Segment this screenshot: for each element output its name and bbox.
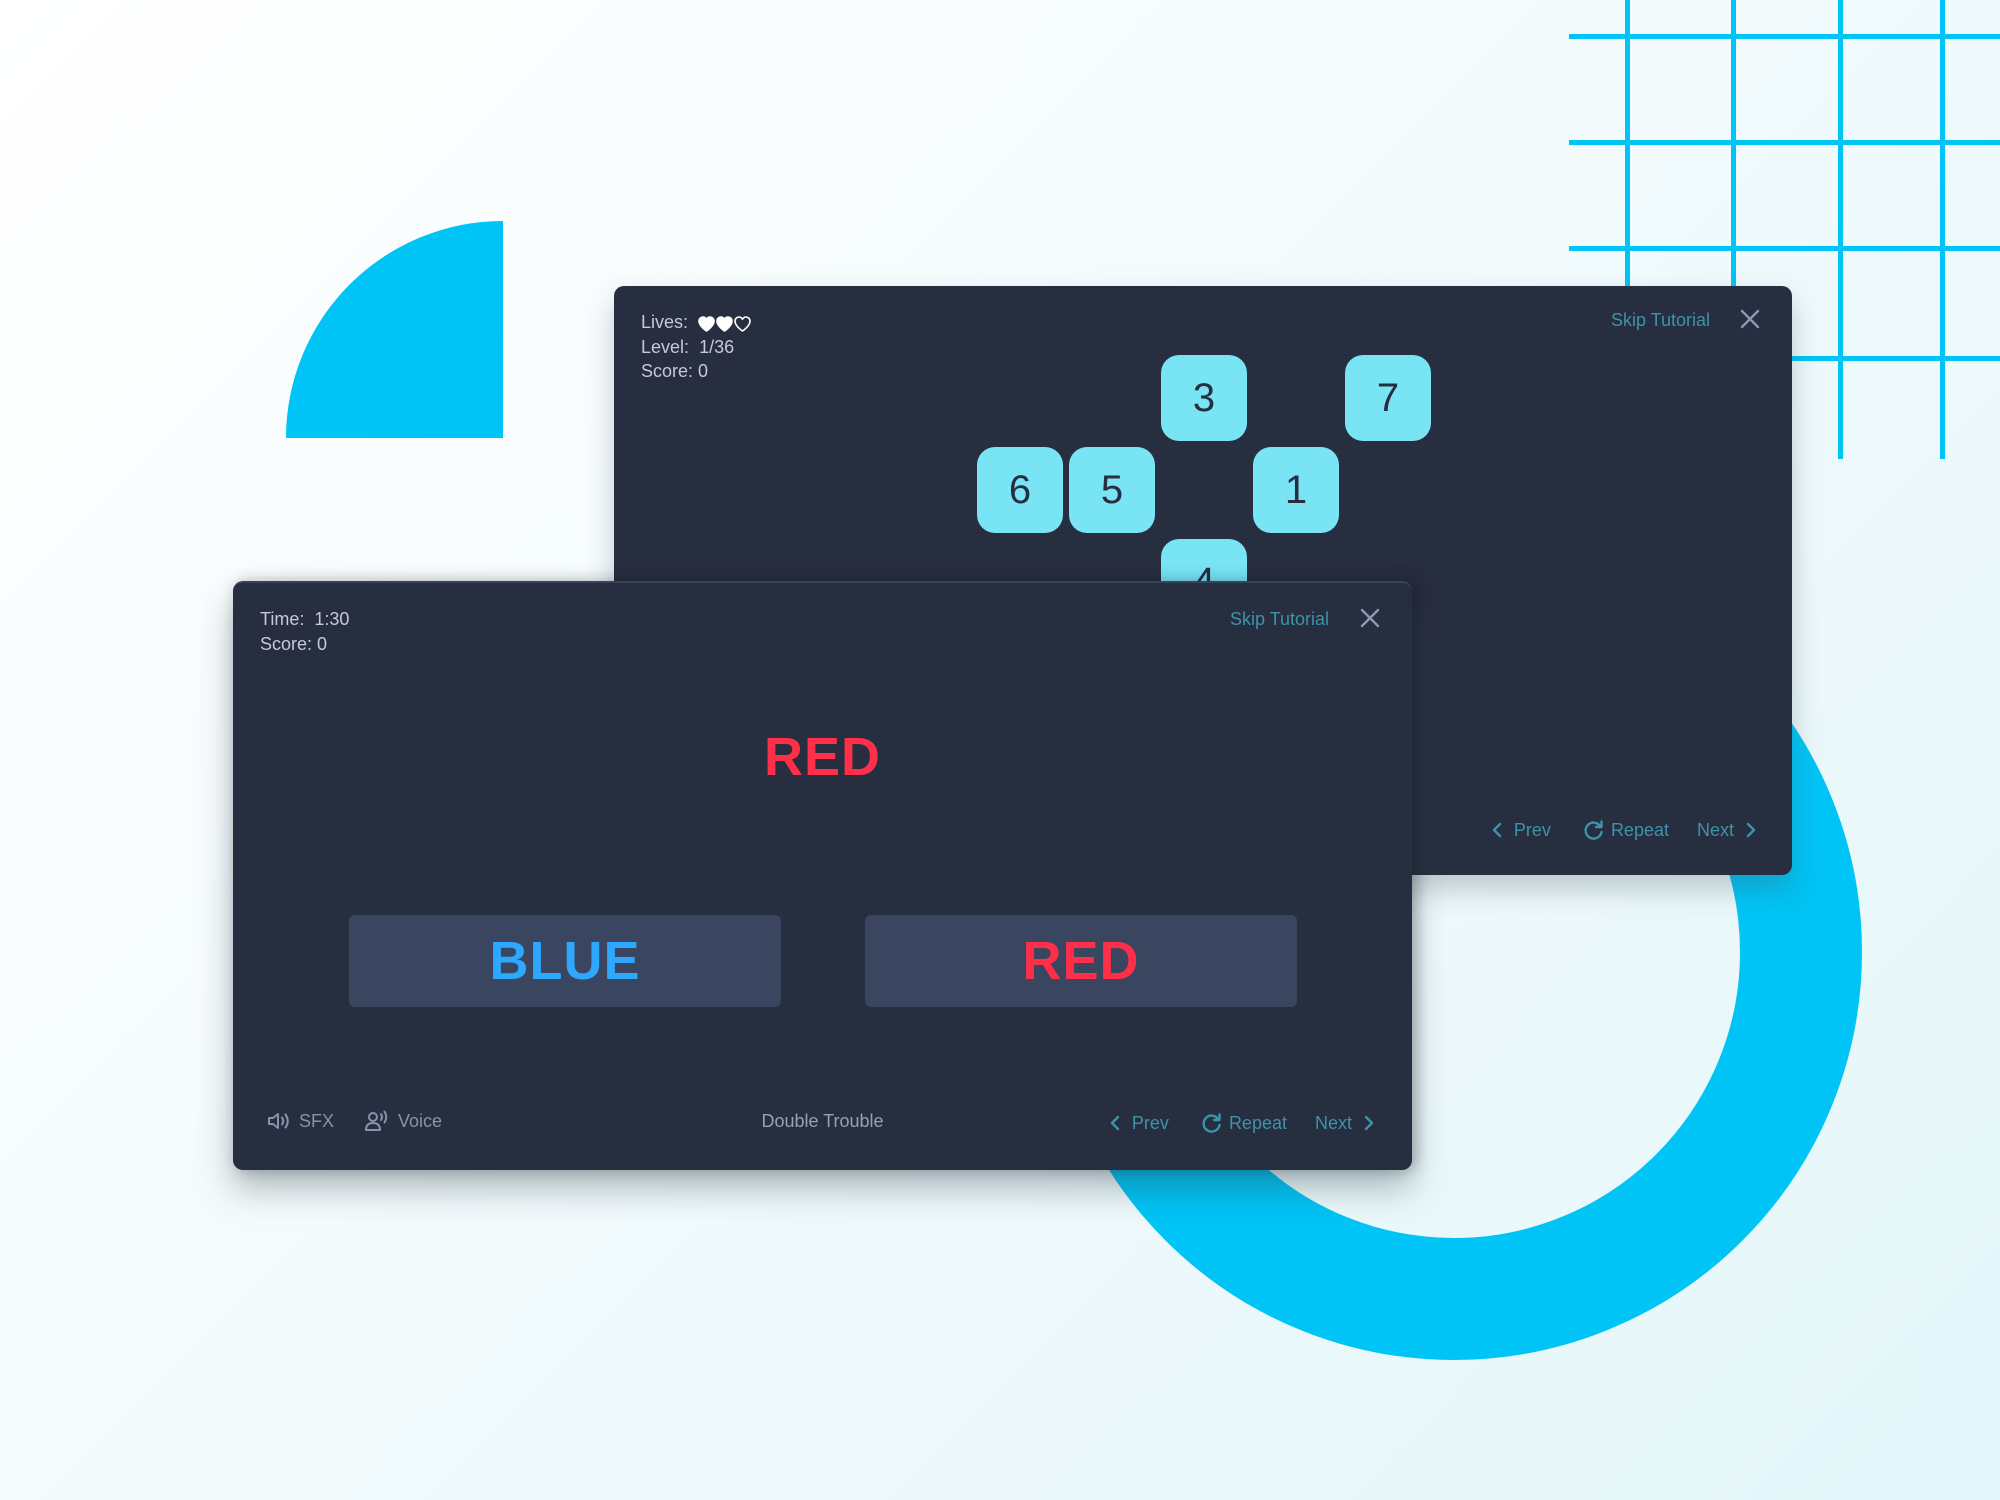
chevron-left-icon (1110, 1115, 1120, 1131)
time-row: Time: 1:30 (260, 607, 349, 632)
game-stats: Time: 1:30 Score: 0 (260, 607, 349, 656)
lives-hearts (698, 314, 751, 333)
next-label: Next (1696, 819, 1734, 840)
repeat-icon (1202, 1113, 1221, 1133)
number-tile[interactable]: 7 (1345, 355, 1431, 441)
number-tile[interactable]: 3 (1161, 355, 1247, 441)
answer-label: RED (1022, 931, 1140, 991)
time-value: 1:30 (314, 609, 350, 629)
score-value: 0 (317, 633, 328, 654)
level-row: Level: 1/36 (641, 335, 751, 360)
repeat-button[interactable]: Repeat (1583, 819, 1669, 841)
prev-button[interactable]: Prev (1492, 820, 1551, 841)
score-value: 0 (698, 361, 709, 381)
chevron-right-icon (1364, 1115, 1374, 1131)
next-label: Next (1314, 1112, 1352, 1133)
answer-label: BLUE (489, 931, 641, 991)
chevron-left-icon (1492, 822, 1502, 838)
tile-number: 1 (1284, 467, 1308, 512)
number-tile[interactable]: 6 (977, 447, 1063, 533)
repeat-label: Repeat (1610, 819, 1669, 840)
tile-number: 5 (1100, 467, 1124, 512)
tutorial-nav: Prev Repeat Next (1110, 1112, 1374, 1134)
prev-label: Prev (1131, 1112, 1169, 1133)
repeat-button[interactable]: Repeat (1201, 1112, 1287, 1134)
prev-label: Prev (1513, 819, 1551, 840)
tutorial-nav: Prev Repeat Next (1492, 819, 1756, 841)
heart-empty-icon (734, 314, 751, 333)
grid-line (1731, 0, 1736, 300)
score-row: Score: 0 (260, 632, 349, 657)
skip-tutorial-link[interactable]: Skip Tutorial (1230, 609, 1329, 630)
heart-full-icon (716, 314, 733, 333)
heart-full-icon (698, 314, 715, 333)
skip-tutorial-link[interactable]: Skip Tutorial (1611, 310, 1710, 331)
grid-line (1625, 0, 1630, 300)
grid-line (1569, 246, 2000, 251)
time-label: Time: (260, 609, 305, 629)
lives-row: Lives: (641, 310, 751, 335)
tile-number: 6 (1008, 467, 1032, 512)
next-button[interactable]: Next (1315, 1113, 1374, 1134)
level-value: 1/36 (699, 336, 735, 357)
tile-number: 7 (1376, 375, 1400, 420)
repeat-icon (1584, 820, 1603, 840)
close-icon[interactable] (1359, 607, 1381, 629)
tile-number: 3 (1192, 375, 1216, 420)
answer-button-blue[interactable]: BLUE (349, 915, 781, 1007)
score-label: Score: (641, 361, 694, 381)
prev-button[interactable]: Prev (1110, 1113, 1169, 1134)
game-stats: Lives: Level: 1/36 Score: 0 (641, 310, 751, 384)
number-tile[interactable]: 1 (1253, 447, 1339, 533)
close-icon[interactable] (1739, 308, 1761, 330)
score-row: Score: 0 (641, 359, 751, 384)
double-trouble-panel: Time: 1:30 Score: 0 Skip Tutorial RED BL… (233, 581, 1412, 1170)
score-label: Score: (260, 633, 313, 654)
repeat-label: Repeat (1228, 1112, 1287, 1133)
grid-line (1569, 140, 2000, 145)
level-label: Level: (641, 336, 690, 357)
grid-line (1569, 34, 2000, 39)
next-button[interactable]: Next (1697, 820, 1756, 841)
number-tile[interactable]: 5 (1069, 447, 1155, 533)
grid-line (1838, 0, 1843, 459)
prompt-word: RED (763, 727, 881, 787)
grid-line (1940, 0, 1945, 459)
decorative-quarter-circle (286, 221, 503, 438)
answer-button-red[interactable]: RED (865, 915, 1297, 1007)
lives-label: Lives: (641, 312, 689, 332)
chevron-right-icon (1746, 822, 1756, 838)
